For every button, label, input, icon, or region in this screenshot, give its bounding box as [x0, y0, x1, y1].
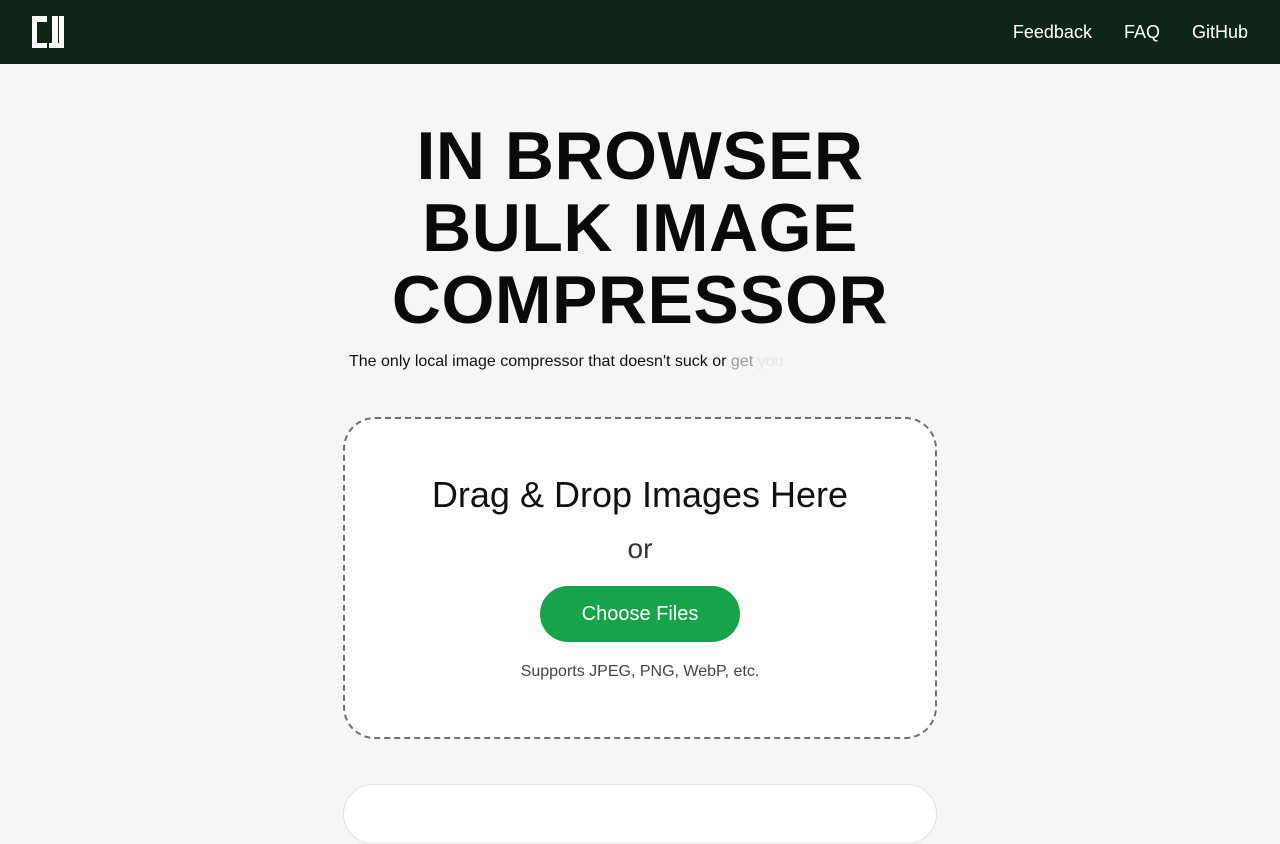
hero-section: IN BROWSER BULK IMAGE COMPRESSOR: [0, 64, 1280, 336]
dropzone-or-label: or: [627, 533, 653, 564]
tagline-faded-word-2: you: [757, 353, 784, 370]
app-logo-icon[interactable]: [32, 16, 64, 48]
page-title: IN BROWSER BULK IMAGE COMPRESSOR: [0, 120, 1280, 336]
top-navbar: Feedback FAQ GitHub: [0, 0, 1280, 64]
nav-link-feedback[interactable]: Feedback: [1013, 20, 1092, 44]
tagline-faded-word-1: get: [730, 353, 754, 370]
dropzone-title: Drag & Drop Images Here: [431, 474, 849, 515]
choose-files-button[interactable]: Choose Files: [540, 586, 740, 642]
nav-link-github[interactable]: GitHub: [1192, 20, 1248, 44]
file-dropzone[interactable]: Drag & Drop Images Here or Choose Files …: [343, 417, 937, 739]
nav-link-faq[interactable]: FAQ: [1124, 20, 1160, 44]
settings-card: [343, 784, 937, 844]
supported-formats-text: Supports JPEG, PNG, WebP, etc.: [520, 663, 760, 680]
page-title-line-1: IN BROWSER: [416, 118, 864, 194]
tagline: The only local image compressor that doe…: [349, 352, 783, 372]
page-title-line-2: BULK IMAGE: [422, 190, 858, 266]
page-title-line-3: COMPRESSOR: [391, 262, 889, 338]
tagline-main: The only local image compressor that doe…: [349, 353, 727, 370]
nav-links: Feedback FAQ GitHub: [1013, 20, 1248, 44]
